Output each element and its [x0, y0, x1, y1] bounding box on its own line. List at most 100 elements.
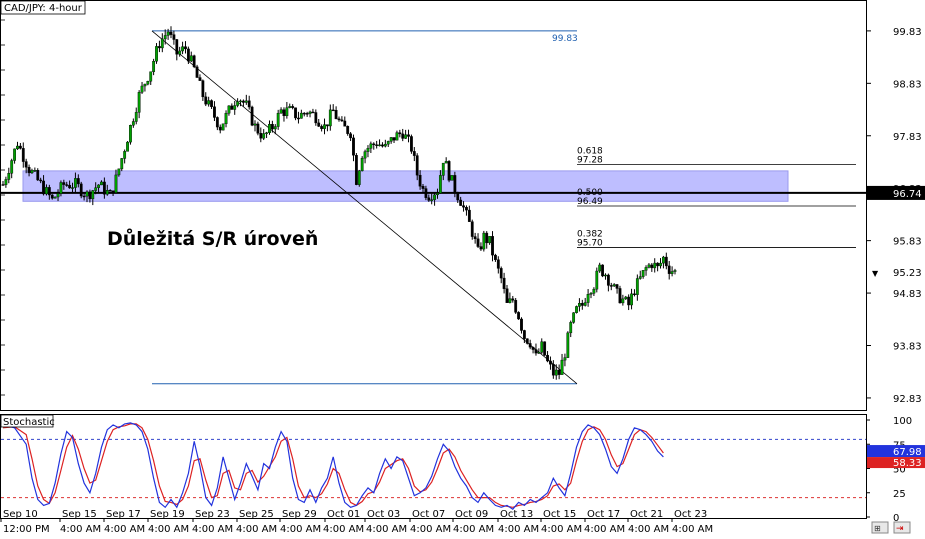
candle-down: [302, 112, 306, 115]
arrow-right-icon[interactable]: ⇥: [893, 521, 911, 534]
candle-down: [320, 126, 324, 129]
candle-up: [163, 35, 167, 40]
candle-down: [465, 207, 468, 211]
x-date-label: Oct 13: [500, 509, 533, 520]
candle-down: [543, 341, 547, 356]
candle-up: [114, 174, 118, 193]
candle-down: [491, 236, 494, 256]
candle-down: [198, 77, 202, 81]
candle-up: [129, 125, 132, 143]
candle-up: [673, 270, 677, 272]
y-tick-label: 99.83: [893, 27, 922, 38]
candle-down: [606, 274, 610, 286]
candle-down: [412, 151, 416, 156]
candle-up: [604, 274, 607, 277]
candle-up: [299, 112, 303, 119]
x-date-label: Sep 19: [150, 509, 185, 520]
candle-up: [244, 100, 248, 103]
main-plot-frame: [0, 0, 867, 411]
candle-up: [152, 61, 156, 72]
candle-down: [534, 349, 538, 354]
sr-zone-label: Důležitá S/R úroveň: [107, 227, 318, 250]
y-tick-label: 97.83: [893, 132, 922, 143]
scroll-icon[interactable]: ⊞: [871, 521, 889, 534]
candle-down: [418, 174, 422, 187]
candle-up: [45, 187, 48, 195]
x-date-label: Oct 01: [327, 509, 360, 520]
x-time-label: 4:00 AM: [584, 524, 625, 535]
candle-up: [578, 303, 581, 307]
x-date-label: Oct 15: [543, 509, 576, 520]
candle-up: [592, 288, 596, 294]
candle-up: [612, 284, 616, 287]
candle-down: [372, 143, 376, 146]
candle-down: [215, 117, 219, 128]
fib-high-label: 99.83: [552, 34, 578, 44]
x-time-label: 4:00 AM: [672, 524, 713, 535]
candle-up: [638, 276, 642, 279]
x-date-label: Oct 03: [367, 509, 400, 520]
candle-up: [572, 312, 576, 323]
candle-up: [224, 112, 228, 125]
candle-up: [265, 132, 268, 134]
x-time-label: 4:00 AM: [192, 524, 233, 535]
candle-up: [236, 101, 240, 106]
candle-up: [444, 161, 448, 164]
candle-down: [667, 265, 671, 274]
x-time-label: 4:00 AM: [236, 524, 277, 535]
candle-up: [155, 46, 158, 62]
candle-down: [520, 318, 523, 331]
candle-up: [560, 359, 564, 375]
candle-down: [656, 262, 660, 267]
candle-up: [624, 296, 628, 300]
candle-up: [7, 173, 11, 180]
candle-up: [389, 137, 393, 142]
candle-up: [395, 132, 399, 141]
x-time-label: 4:00 AM: [628, 524, 669, 535]
candle-up: [383, 143, 387, 147]
candle-down: [494, 254, 497, 260]
x-date-label: Oct 21: [630, 509, 663, 520]
candle-down: [1, 184, 5, 186]
candle-up: [227, 105, 231, 114]
candle-up: [30, 170, 34, 174]
candle-up: [131, 121, 135, 126]
candle-down: [50, 194, 54, 199]
stoch-main-value: 67.98: [893, 447, 922, 458]
candle-down: [218, 126, 222, 131]
candle-down: [505, 288, 509, 303]
x-date-label: Oct 07: [412, 509, 445, 520]
candle-down: [354, 155, 358, 185]
candle-down: [172, 34, 176, 40]
candle-up: [94, 187, 98, 191]
candle-down: [528, 343, 532, 348]
stoch-y-tick-label: 25: [893, 489, 906, 500]
candle-down: [627, 296, 631, 306]
candle-down: [424, 188, 428, 198]
x-time-label: 4:00 AM: [280, 524, 321, 535]
x-date-label: Sep 10: [3, 509, 38, 520]
candle-down: [79, 183, 83, 197]
x-date-label: Oct 17: [587, 509, 620, 520]
candle-down: [204, 96, 208, 105]
candle-down: [305, 113, 309, 115]
x-date-label: Oct 23: [674, 509, 707, 520]
candle-down: [664, 256, 668, 267]
candle-down: [331, 109, 335, 112]
x-date-label: Sep 15: [62, 509, 97, 520]
candle-up: [450, 175, 454, 181]
candle-up: [16, 145, 19, 150]
chart-canvas[interactable]: 99.830.61897.280.50096.490.38295.70 99.8…: [0, 0, 925, 535]
candle-down: [326, 124, 329, 127]
candle-down: [375, 144, 379, 146]
candle-up: [120, 158, 124, 170]
candle-up: [143, 83, 147, 87]
candle-down: [68, 184, 72, 189]
candle-down: [392, 137, 396, 141]
candle-up: [540, 341, 544, 353]
candle-up: [369, 143, 373, 149]
candle-down: [76, 178, 80, 185]
candle-down: [282, 109, 286, 117]
candle-down: [184, 46, 187, 50]
current-price-arrow: ▼: [872, 269, 879, 278]
